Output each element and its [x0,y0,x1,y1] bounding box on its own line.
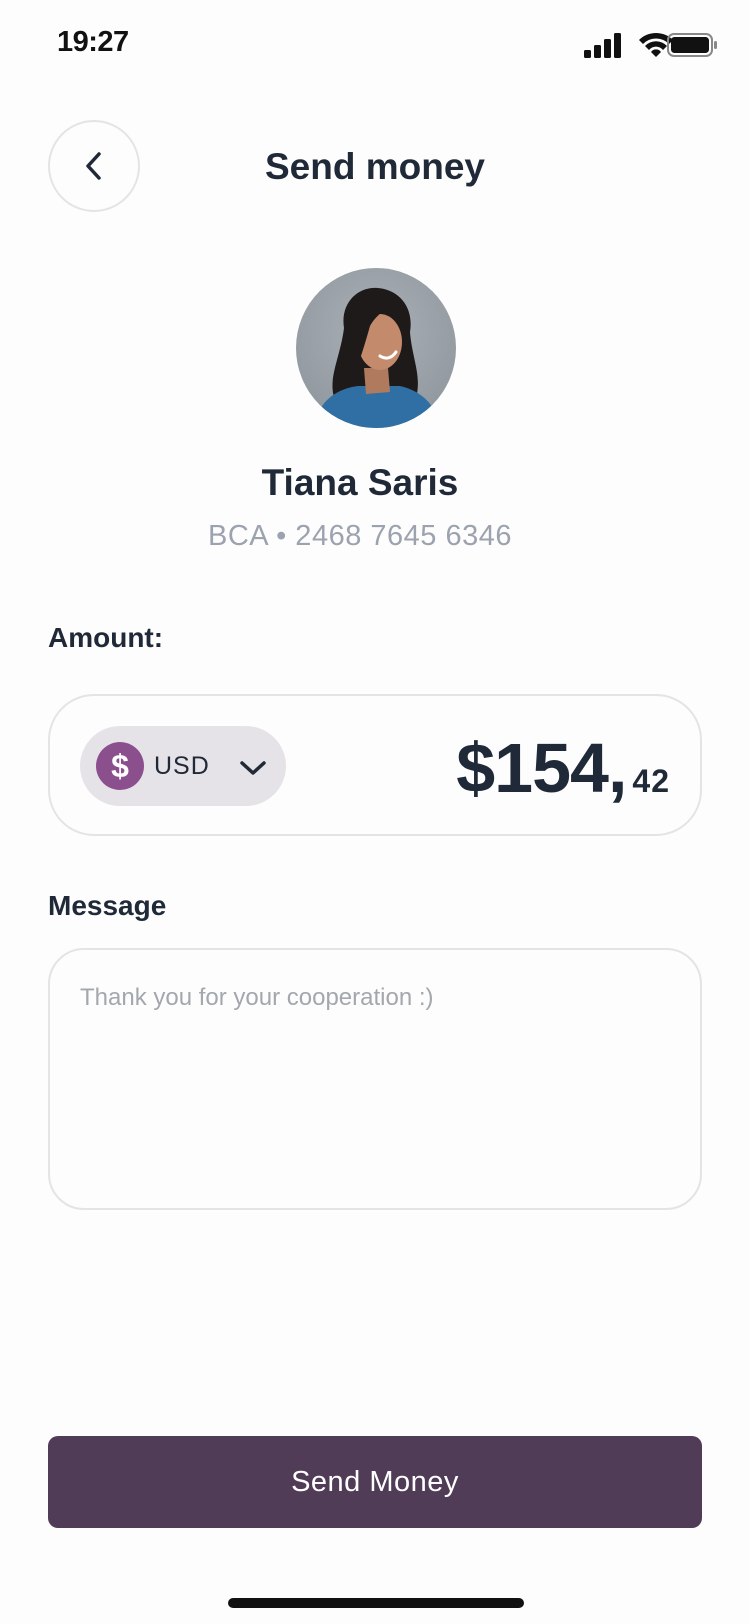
home-indicator [228,1598,524,1608]
message-label: Message [48,890,167,921]
amount-value-main: $154, [456,729,627,807]
amount-input[interactable]: $154, 42 [456,728,670,808]
send-money-button[interactable]: Send Money [48,1436,702,1528]
signal-icon [584,33,621,58]
recipient-name: Tiana Saris [261,462,459,503]
amount-value-cents: 42 [632,763,670,799]
status-icons [584,30,720,62]
amount-label: Amount: [48,622,164,653]
chevron-down-icon [240,761,266,775]
battery-icon [667,33,717,57]
message-input[interactable] [48,948,702,1210]
recipient-avatar [296,268,456,428]
recipient-account: BCA • 2468 7645 6346 [208,520,512,552]
status-time: 19:27 [57,26,129,58]
dollar-coin-icon: $ [96,742,144,790]
currency-selector[interactable]: $ USD [80,726,286,806]
currency-code: USD [154,751,210,780]
page-title: Send money [265,146,485,187]
